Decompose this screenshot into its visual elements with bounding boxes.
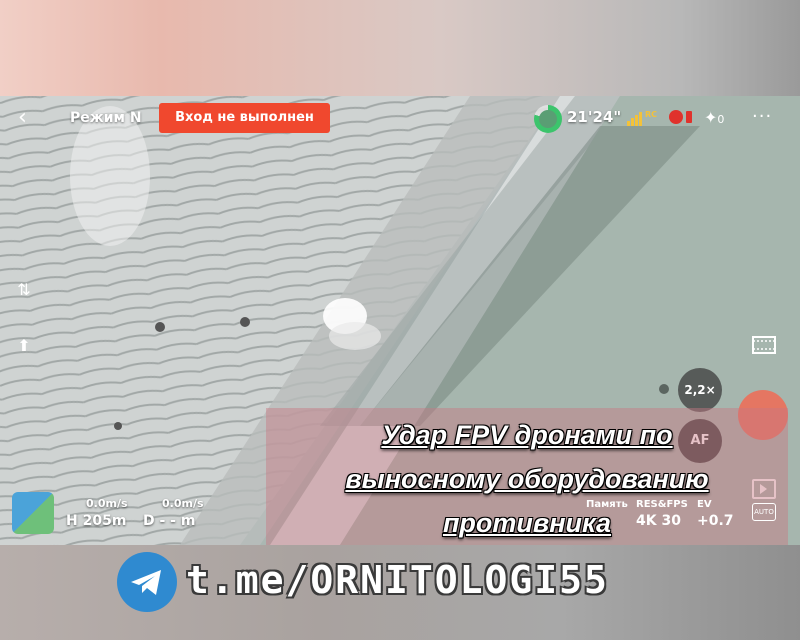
flight-time: 21'24" <box>567 108 622 126</box>
rc-label: RC <box>645 110 658 119</box>
caption-line-1: Удар FPV дронами по <box>381 420 673 450</box>
ev-value[interactable]: +0.7 <box>697 513 734 529</box>
distance-readout: D - - m <box>143 513 196 529</box>
zoom-button[interactable]: 2,2× <box>678 368 722 412</box>
horizontal-speed: 0.0m/s <box>86 497 128 510</box>
resfps-value[interactable]: 4K 30 <box>636 513 681 529</box>
resfps-label: RES&FPS <box>636 499 688 510</box>
top-blurred-frame <box>0 0 800 96</box>
telegram-icon[interactable] <box>117 552 177 612</box>
film-icon[interactable] <box>752 336 776 354</box>
caption-line-2: выносному оборудованию <box>345 464 709 494</box>
storage-label: Память <box>586 499 628 510</box>
flight-mode-label[interactable]: Режим N <box>70 110 142 126</box>
more-icon[interactable]: ··· <box>752 106 772 127</box>
vertical-speed: 0.0m/s <box>162 497 204 510</box>
recording-icon <box>669 110 692 124</box>
ev-label: EV <box>697 499 712 510</box>
height-readout: H 205m <box>66 513 127 529</box>
gps-icon: ✦0 <box>704 108 725 127</box>
battery-icon <box>534 105 562 133</box>
auto-icon[interactable]: AUTO <box>752 503 776 521</box>
takeoff-icon[interactable]: ⬆ <box>12 336 36 360</box>
camera-switch-icon[interactable]: ⇅ <box>12 280 36 304</box>
channel-link[interactable]: t.me/ORNITOLOGI55 <box>186 558 609 602</box>
gps-count: 0 <box>717 113 725 126</box>
back-icon[interactable]: ‹ <box>18 107 38 129</box>
login-status-badge[interactable]: Вход не выполнен <box>159 103 330 133</box>
map-icon[interactable] <box>12 492 54 534</box>
signal-icon <box>627 112 642 126</box>
